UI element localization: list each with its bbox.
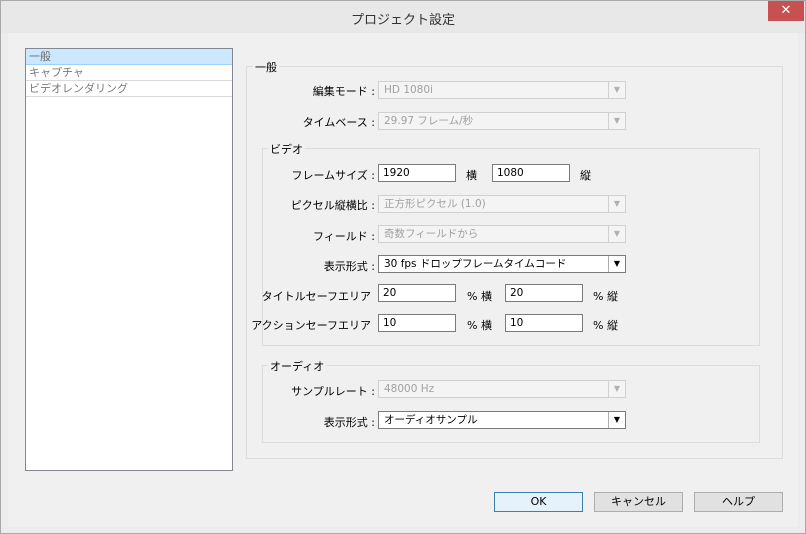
audio-group <box>262 365 760 443</box>
title-safe-v-input[interactable]: 20 <box>505 284 583 302</box>
sidebar-item-video-rendering[interactable]: ビデオレンダリング <box>26 81 232 97</box>
frame-height-input[interactable]: 1080 <box>492 164 570 182</box>
title-safe-label: タイトルセーフエリア <box>261 290 371 303</box>
general-group-label: 一般 <box>253 59 279 75</box>
video-display-format-select[interactable]: 30 fps ドロップフレームタイムコード ▼ <box>378 255 626 273</box>
frame-width-input[interactable]: 1920 <box>378 164 456 182</box>
title-safe-h-unit: % 横 <box>467 290 492 303</box>
action-safe-v-input[interactable]: 10 <box>505 314 583 332</box>
ok-button[interactable]: OK <box>494 492 583 512</box>
pixel-aspect-label: ピクセル縦横比 : <box>290 199 375 212</box>
action-safe-v-unit: % 縦 <box>593 319 618 332</box>
audio-display-format-value: オーディオサンプル <box>384 414 478 426</box>
timebase-value: 29.97 フレーム/秒 <box>384 115 474 127</box>
close-button[interactable]: ✕ <box>768 1 804 21</box>
chevron-down-icon: ▼ <box>608 82 625 98</box>
video-display-format-value: 30 fps ドロップフレームタイムコード <box>384 258 567 270</box>
help-button[interactable]: ヘルプ <box>694 492 783 512</box>
action-safe-h-unit: % 横 <box>467 319 492 332</box>
pixel-aspect-value: 正方形ピクセル (1.0) <box>384 198 486 210</box>
chevron-down-icon: ▼ <box>608 381 625 397</box>
timebase-select[interactable]: 29.97 フレーム/秒 ▼ <box>378 112 626 130</box>
fields-select[interactable]: 奇数フィールドから ▼ <box>378 225 626 243</box>
edit-mode-label: 編集モード : <box>312 85 375 98</box>
close-icon: ✕ <box>780 3 792 18</box>
sidebar-item-general[interactable]: 一般 <box>26 49 232 65</box>
project-settings-dialog: プロジェクト設定 ✕ 一般 キャプチャ ビデオレンダリング 一般 編集モード :… <box>0 0 806 534</box>
chevron-down-icon: ▼ <box>608 412 625 428</box>
fields-label: フィールド : <box>313 230 375 243</box>
pixel-aspect-select[interactable]: 正方形ピクセル (1.0) ▼ <box>378 195 626 213</box>
timebase-label: タイムベース : <box>302 116 375 129</box>
dialog-body: 一般 キャプチャ ビデオレンダリング 一般 編集モード : HD 1080i ▼… <box>8 33 798 527</box>
edit-mode-select[interactable]: HD 1080i ▼ <box>378 81 626 99</box>
title-safe-v-unit: % 縦 <box>593 290 618 303</box>
category-list: 一般 キャプチャ ビデオレンダリング <box>25 48 233 471</box>
chevron-down-icon: ▼ <box>608 113 625 129</box>
sample-rate-select[interactable]: 48000 Hz ▼ <box>378 380 626 398</box>
frame-height-unit: 縦 <box>580 169 591 182</box>
chevron-down-icon: ▼ <box>608 256 625 272</box>
fields-value: 奇数フィールドから <box>384 228 479 240</box>
sample-rate-value: 48000 Hz <box>384 383 435 395</box>
frame-width-unit: 横 <box>466 169 477 182</box>
audio-display-format-select[interactable]: オーディオサンプル ▼ <box>378 411 626 429</box>
audio-display-format-label: 表示形式 : <box>323 416 375 429</box>
sample-rate-label: サンプルレート : <box>291 385 375 398</box>
audio-group-label: オーディオ <box>268 358 327 374</box>
action-safe-h-input[interactable]: 10 <box>378 314 456 332</box>
title-bar: プロジェクト設定 ✕ <box>1 1 805 33</box>
chevron-down-icon: ▼ <box>608 226 625 242</box>
video-group-label: ビデオ <box>268 141 305 157</box>
dialog-title: プロジェクト設定 <box>350 13 455 28</box>
title-safe-h-input[interactable]: 20 <box>378 284 456 302</box>
video-display-format-label: 表示形式 : <box>323 260 375 273</box>
action-safe-label: アクションセーフエリア <box>251 319 371 332</box>
cancel-button[interactable]: キャンセル <box>594 492 683 512</box>
edit-mode-value: HD 1080i <box>384 84 433 96</box>
chevron-down-icon: ▼ <box>608 196 625 212</box>
frame-size-label: フレームサイズ : <box>291 169 375 182</box>
sidebar-item-capture[interactable]: キャプチャ <box>26 65 232 81</box>
